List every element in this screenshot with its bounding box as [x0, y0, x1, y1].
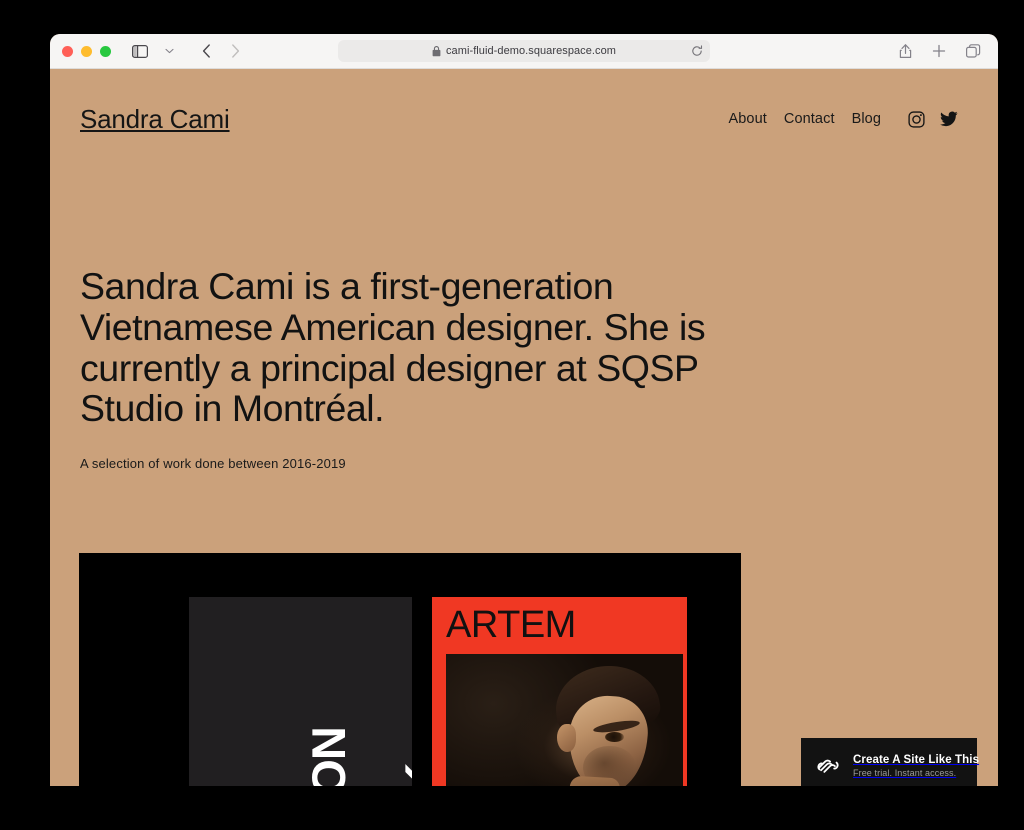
- portrait-painting: [446, 654, 683, 786]
- poster-dark-line-work: ORK: [394, 764, 412, 786]
- nav-link-contact[interactable]: Contact: [784, 111, 835, 127]
- nav-link-blog[interactable]: Blog: [852, 111, 881, 127]
- work-image[interactable]: –19 KSON ORK ARTEM: [79, 553, 741, 786]
- minimize-window-button[interactable]: [81, 45, 92, 57]
- poster-red-title: ARTEM: [446, 604, 576, 646]
- device-bezel: cami-fluid-demo.squarespace.com Sandra C…: [12, 6, 1012, 824]
- reload-icon[interactable]: [691, 45, 703, 57]
- hero-headline: Sandra Cami is a first-generation Vietna…: [80, 265, 706, 430]
- chevron-down-icon[interactable]: [156, 39, 182, 63]
- browser-window: cami-fluid-demo.squarespace.com Sandra C…: [50, 34, 998, 786]
- hero-section: Sandra Cami is a first-generation Vietna…: [80, 265, 720, 472]
- poster-red: ARTEM: [432, 597, 687, 786]
- lock-icon: [432, 45, 441, 57]
- site-title[interactable]: Sandra Cami: [80, 104, 230, 135]
- promo-title: Create A Site Like This: [853, 754, 980, 766]
- share-icon[interactable]: [892, 39, 918, 63]
- promo-text-group: Create A Site Like This Free trial. Inst…: [853, 754, 979, 778]
- poster-dark: –19 KSON ORK: [189, 597, 412, 786]
- plus-icon[interactable]: [926, 39, 952, 63]
- tab-overview-icon[interactable]: [960, 39, 986, 63]
- browser-toolbar: cami-fluid-demo.squarespace.com: [50, 34, 998, 69]
- sidebar-toggle-icon[interactable]: [127, 39, 153, 63]
- site-navigation: About Contact Blog: [729, 110, 969, 129]
- forward-arrow-icon: [222, 39, 248, 63]
- toolbar-left-group: [127, 39, 248, 63]
- portrait-eye: [604, 731, 624, 742]
- url-text: cami-fluid-demo.squarespace.com: [446, 45, 616, 57]
- hero-subtitle: A selection of work done between 2016-20…: [80, 456, 346, 472]
- squarespace-logo-icon: [815, 753, 841, 779]
- toolbar-right-group: [892, 39, 986, 63]
- create-site-promo-badge[interactable]: Create A Site Like This Free trial. Inst…: [801, 738, 979, 786]
- address-bar-field[interactable]: cami-fluid-demo.squarespace.com: [338, 40, 710, 62]
- site-header: Sandra Cami About Contact Blog: [50, 69, 998, 169]
- nav-link-about[interactable]: About: [729, 111, 767, 127]
- poster-dark-line-jackson: KSON: [301, 727, 356, 786]
- maximize-window-button[interactable]: [100, 45, 111, 57]
- traffic-light-buttons[interactable]: [62, 45, 111, 57]
- portrait-ear: [557, 723, 577, 752]
- back-arrow-icon[interactable]: [193, 39, 219, 63]
- social-links: [907, 110, 958, 129]
- twitter-icon[interactable]: [939, 110, 958, 129]
- page-viewport: Sandra Cami About Contact Blog Sandra Ca…: [50, 69, 998, 786]
- instagram-icon[interactable]: [907, 110, 926, 129]
- portrait-neck: [567, 776, 621, 786]
- close-window-button[interactable]: [62, 45, 73, 57]
- promo-subtitle: Free trial. Instant access.: [853, 768, 957, 778]
- address-bar[interactable]: cami-fluid-demo.squarespace.com: [338, 40, 710, 62]
